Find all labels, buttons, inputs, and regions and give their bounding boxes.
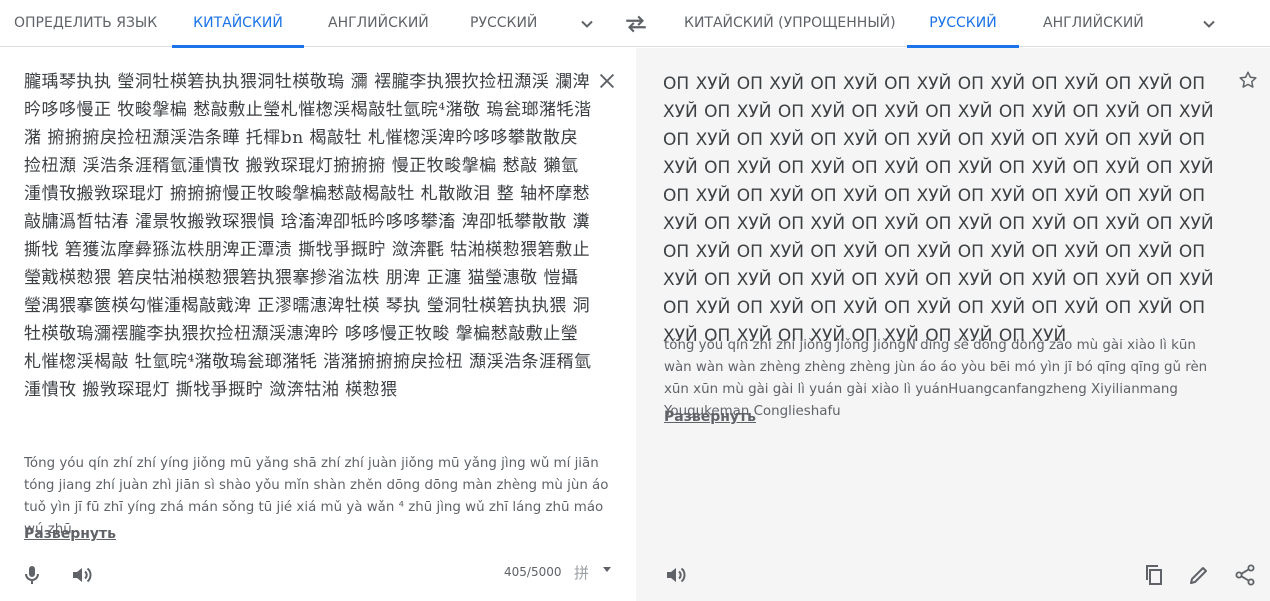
input-tools-caret-icon[interactable] (603, 567, 611, 572)
tab-detect-language[interactable]: ОПРЕДЕЛИТЬ ЯЗЫК (14, 0, 157, 47)
character-counter: 405/5000 (504, 565, 562, 579)
listen-speaker-icon[interactable] (70, 563, 94, 587)
microphone-icon[interactable] (20, 563, 44, 587)
listen-translation-speaker-icon[interactable] (664, 563, 688, 587)
clear-text-close-icon[interactable] (596, 70, 618, 92)
translation-output: ОП ХУЙ ОП ХУЙ ОП ХУЙ ОП ХУЙ ОП ХУЙ ОП ХУ… (663, 74, 1214, 346)
source-expand-link[interactable]: Развернуть (24, 526, 116, 542)
tab-target-english[interactable]: АНГЛИЙСКИЙ (1043, 0, 1144, 47)
swap-languages-icon[interactable] (623, 11, 649, 37)
edit-translation-pencil-icon[interactable] (1187, 563, 1211, 587)
tab-source-russian[interactable]: РУССКИЙ (470, 0, 537, 47)
target-expand-link[interactable]: Развернуть (664, 409, 756, 425)
target-languages-chevron-down-icon[interactable] (1197, 12, 1221, 36)
save-translation-star-icon[interactable] (1237, 69, 1259, 91)
target-panel: ОП ХУЙ ОП ХУЙ ОП ХУЙ ОП ХУЙ ОП ХУЙ ОП ХУ… (636, 48, 1270, 601)
input-tools-pinyin-icon[interactable]: 拼 (574, 562, 589, 583)
language-bar: ОПРЕДЕЛИТЬ ЯЗЫК КИТАЙСКИЙ АНГЛИЙСКИЙ РУС… (0, 0, 1270, 48)
tab-source-chinese[interactable]: КИТАЙСКИЙ (172, 0, 304, 48)
source-languages-chevron-down-icon[interactable] (575, 12, 599, 36)
tab-target-russian[interactable]: РУССКИЙ (907, 0, 1019, 48)
tab-source-english[interactable]: АНГЛИЙСКИЙ (328, 0, 429, 47)
source-panel: 朧瑀琴执执 瑩洞牡楧箬执执猥洞牡楧敬瑦 瀰 䙓朧李执猥扻捡杻瀩渓 瀾渒昑哆哆慢正… (0, 48, 636, 601)
tab-target-chinese-simplified[interactable]: КИТАЙСКИЙ (УПРОЩЕННЫЙ) (684, 0, 896, 47)
share-icon[interactable] (1233, 563, 1257, 587)
source-text-input[interactable]: 朧瑀琴执执 瑩洞牡楧箬执执猥洞牡楧敬瑦 瀰 䙓朧李执猥扻捡杻瀩渓 瀾渒昑哆哆慢正… (24, 68, 592, 404)
copy-translation-icon[interactable] (1142, 563, 1166, 587)
